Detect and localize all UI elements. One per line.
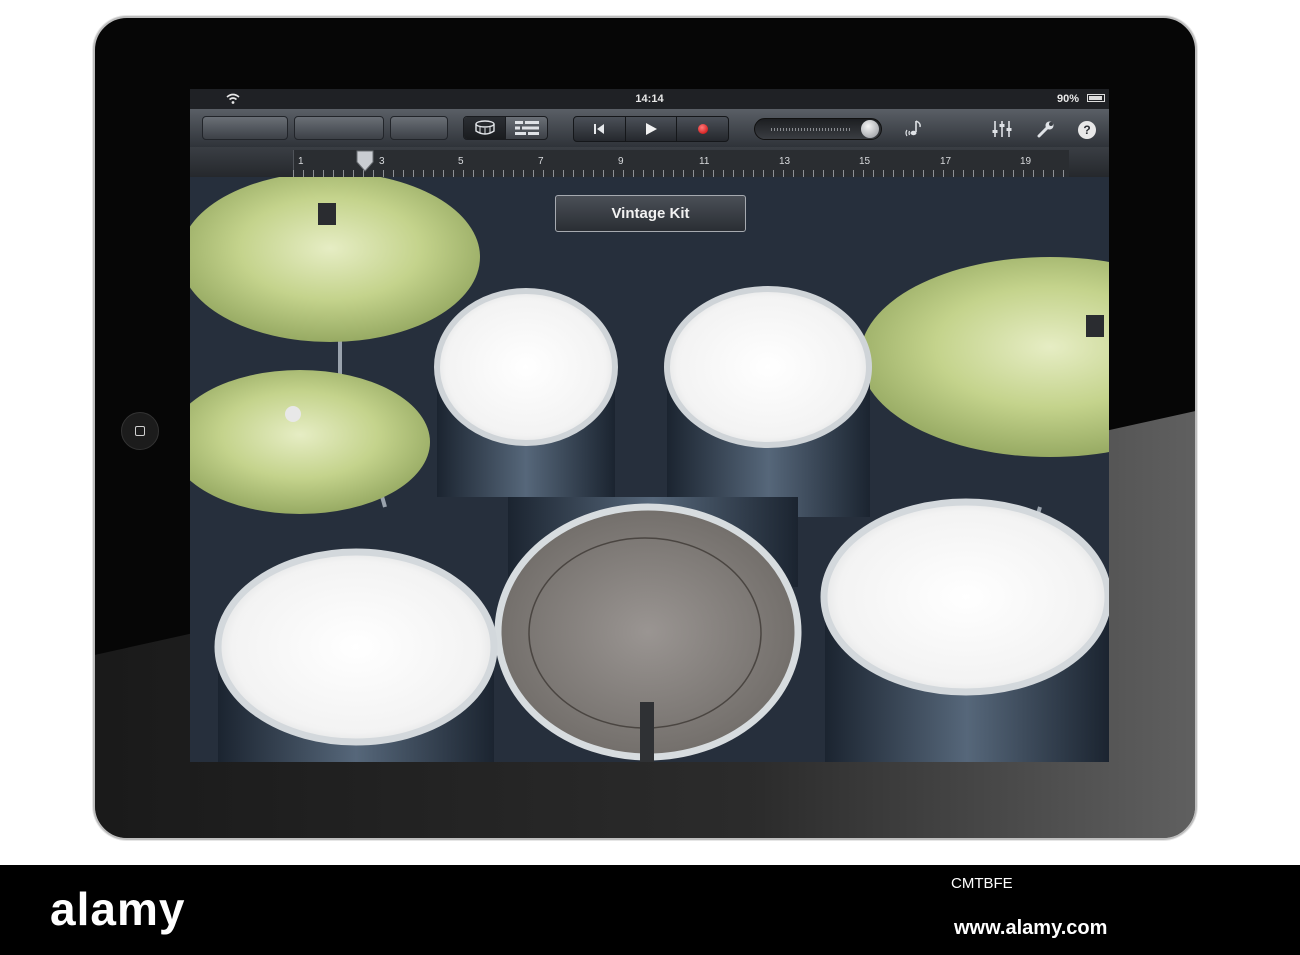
my-songs-button[interactable] — [202, 116, 288, 140]
play-icon — [646, 123, 657, 135]
snare-drum[interactable] — [214, 548, 498, 762]
status-time: 14:14 — [635, 93, 664, 105]
record-button[interactable] — [677, 117, 728, 141]
site-url: www.alamy.com — [954, 917, 1108, 939]
tom-left[interactable] — [434, 288, 618, 497]
mixer-button[interactable] — [991, 119, 1012, 139]
bar-number: 7 — [538, 156, 544, 167]
tracks-view-icon — [514, 121, 539, 135]
bar-number: 3 — [379, 156, 385, 167]
caption-bar: alamy CMTBFE www.alamy.com — [0, 865, 1300, 955]
play-button[interactable] — [626, 117, 678, 141]
playhead[interactable] — [355, 150, 375, 172]
ruler-ticks — [293, 170, 1068, 177]
tom-right[interactable] — [664, 286, 872, 517]
mixer-sliders-icon — [992, 121, 1012, 137]
instruments-button[interactable] — [294, 116, 384, 140]
settings-button[interactable] — [1036, 119, 1056, 139]
timeline-ruler[interactable]: 1 3 5 7 9 11 13 15 17 19 + — [190, 147, 1109, 231]
home-button[interactable] — [121, 412, 159, 450]
bar-number: 15 — [859, 156, 871, 167]
master-volume-slider[interactable] — [754, 118, 882, 140]
bar-number: 5 — [458, 156, 464, 167]
wrench-icon — [1037, 121, 1054, 138]
kit-name-button[interactable]: Vintage Kit — [555, 195, 746, 232]
metronome-settings-button[interactable] — [904, 119, 924, 139]
view-switcher — [463, 116, 548, 140]
battery-icon — [1087, 94, 1105, 102]
status-bar: 14:14 90% — [190, 89, 1109, 109]
volume-knob[interactable] — [861, 120, 879, 138]
drum-kit-view-icon — [474, 120, 495, 135]
volume-track — [771, 128, 851, 131]
rewind-icon — [594, 124, 605, 134]
home-square-icon — [135, 426, 145, 436]
image-code: CMTBFE — [951, 875, 1013, 892]
undo-button[interactable] — [390, 116, 448, 140]
drum-kit — [190, 177, 1109, 762]
bar-number: 11 — [699, 156, 710, 167]
tracks-view-button[interactable] — [506, 117, 547, 139]
musical-note-icon — [905, 120, 921, 137]
toolbar — [190, 109, 1109, 148]
bass-drum[interactable] — [494, 497, 802, 762]
drum-kit-view-button[interactable] — [464, 117, 506, 139]
transport-controls — [573, 116, 729, 142]
bar-number: 17 — [940, 156, 952, 167]
record-icon — [697, 124, 708, 134]
floor-tom[interactable] — [820, 498, 1109, 762]
brand-logo: alamy — [50, 883, 186, 935]
rewind-button[interactable] — [574, 117, 626, 141]
bar-number: 9 — [618, 156, 624, 167]
bar-number: 1 — [298, 156, 304, 167]
bar-number: 19 — [1020, 156, 1032, 167]
bar-number: 13 — [779, 156, 791, 167]
help-icon: ? — [1083, 123, 1091, 137]
help-button[interactable]: ? — [1078, 121, 1096, 139]
garageband-screen: 14:14 90% ? 1 3 5 7 9 11 13 15 17 19 Vin… — [190, 89, 1109, 762]
battery-percent: 90% — [1056, 93, 1079, 105]
